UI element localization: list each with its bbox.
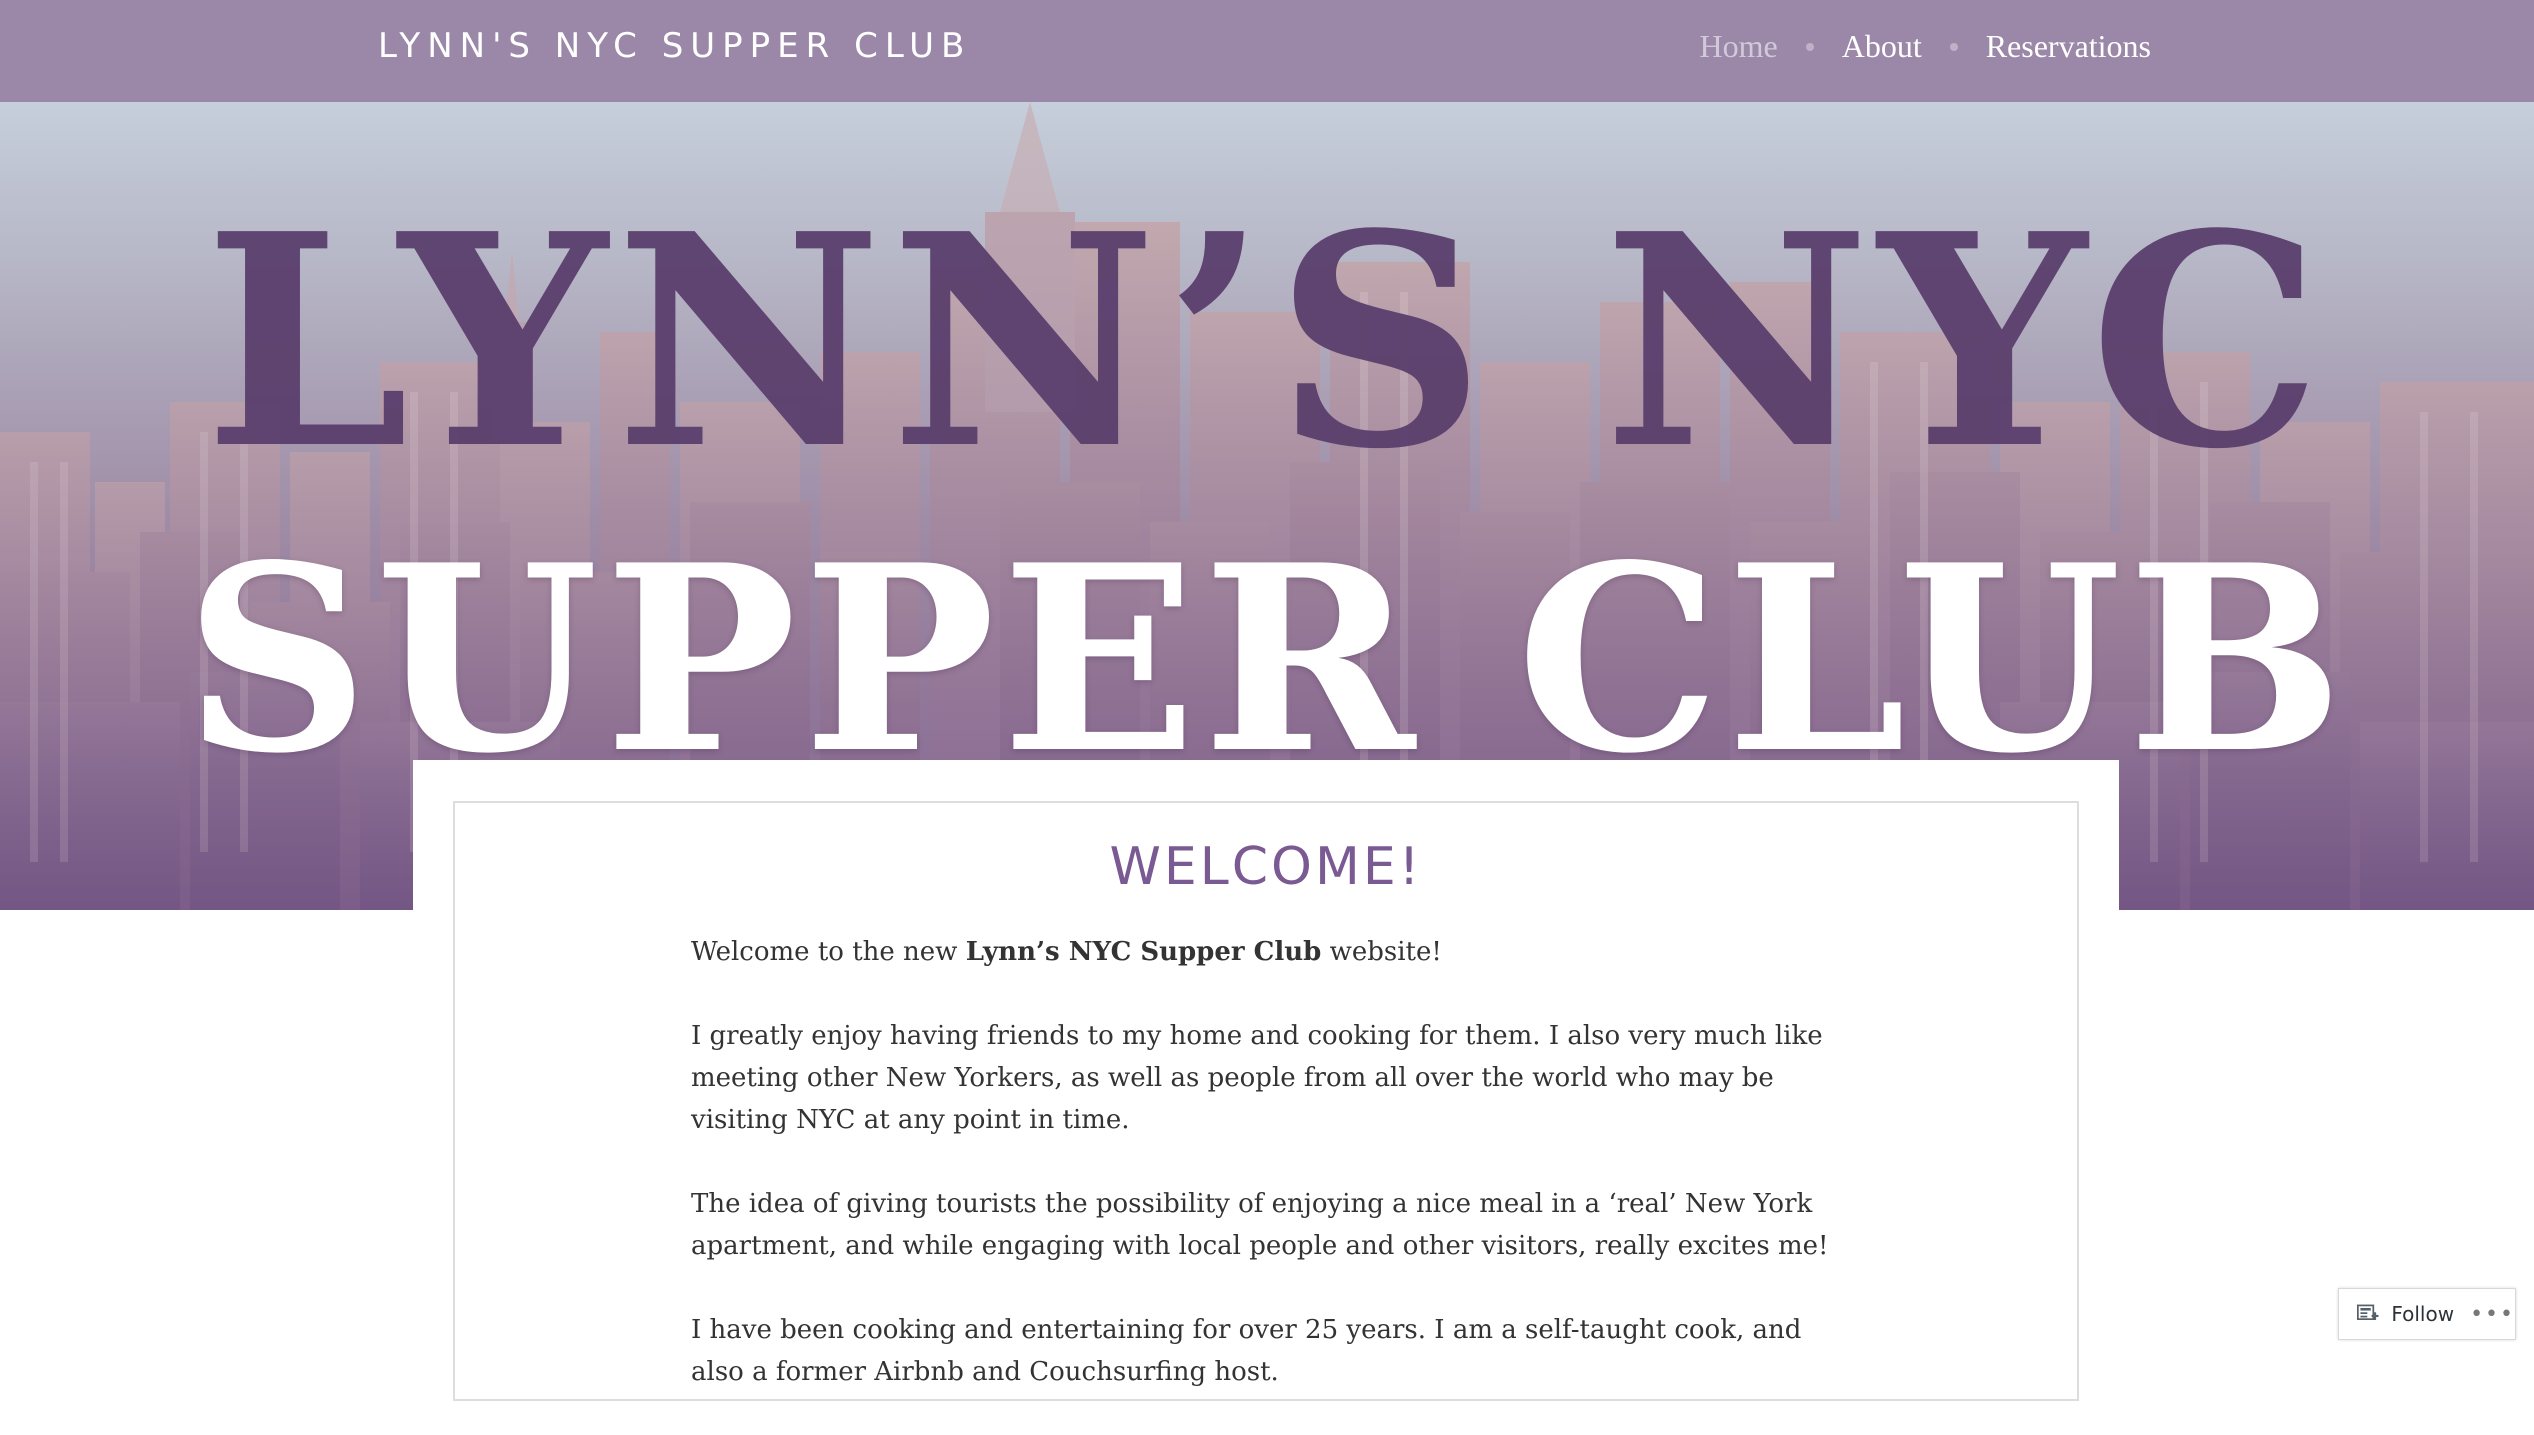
nav-separator <box>1949 42 1958 51</box>
post-title: WELCOME! <box>1109 837 1423 897</box>
site-name-bold: Lynn’s NYC Supper Club <box>965 937 1322 967</box>
hero-title-line1: LYNN’S NYC <box>204 170 2330 513</box>
nav-about[interactable]: About <box>1842 28 1922 65</box>
post-paragraph: The idea of giving tourists the possibil… <box>691 1189 1829 1261</box>
more-options-icon[interactable]: ••• <box>2470 1302 2515 1327</box>
nav-reservations[interactable]: Reservations <box>1986 28 2151 65</box>
nav-home[interactable]: Home <box>1700 28 1778 65</box>
paragraph-text: website! <box>1321 937 1442 967</box>
welcome-post: WELCOME! Welcome to the new Lynn’s NYC S… <box>453 801 2079 1401</box>
site-title[interactable]: LYNN'S NYC SUPPER CLUB <box>378 26 971 66</box>
top-bar: LYNN'S NYC SUPPER CLUB Home About Reserv… <box>0 0 2534 102</box>
post-paragraph: Welcome to the new Lynn’s NYC Supper Clu… <box>691 931 1851 973</box>
post-paragraph: I have been cooking and entertaining for… <box>691 1315 1802 1387</box>
post-body: Welcome to the new Lynn’s NYC Supper Clu… <box>691 931 1851 1435</box>
follow-icon <box>2357 1304 2379 1321</box>
follow-label: Follow <box>2391 1302 2455 1326</box>
main-nav: Home About Reservations <box>1700 28 2152 65</box>
content-area: WELCOME! Welcome to the new Lynn’s NYC S… <box>413 760 2119 1401</box>
follow-button[interactable]: Follow ••• <box>2338 1288 2516 1340</box>
paragraph-text: Welcome to the new <box>691 937 966 967</box>
nav-separator <box>1805 42 1814 51</box>
post-paragraph: I greatly enjoy having friends to my hom… <box>691 1021 1823 1135</box>
